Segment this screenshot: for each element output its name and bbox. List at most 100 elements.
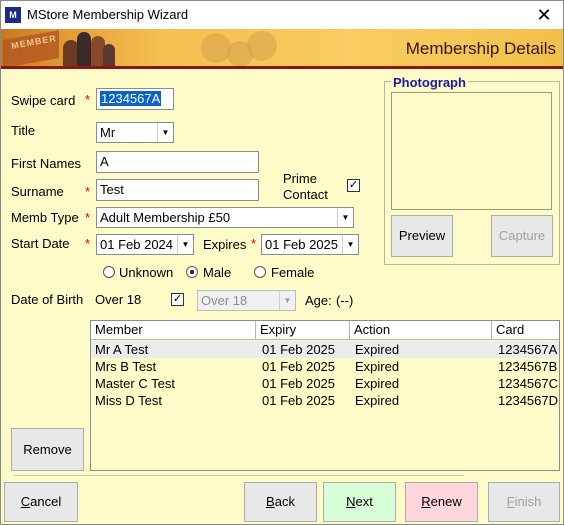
back-rest: ack [274,494,295,509]
prime-contact-label-line1: Prime [283,171,317,186]
first-names-label: First Names [11,156,82,171]
chevron-down-icon[interactable]: ▼ [337,208,353,227]
table-row[interactable]: Master C Test 01 Feb 2025 Expired 123456… [91,375,559,392]
start-date-value: 01 Feb 2024 [100,237,174,252]
table-row[interactable]: Mrs B Test 01 Feb 2025 Expired 1234567B [91,358,559,375]
table-row[interactable]: Miss D Test 01 Feb 2025 Expired 1234567D [91,392,559,409]
column-header-action[interactable]: Action [350,321,492,340]
required-marker: * [85,92,91,107]
gender-radio-unknown[interactable] [103,266,115,278]
renew-button[interactable]: Renew [405,482,478,522]
card-cell: 1234567C [498,376,558,391]
header-banner: MEMBER Membership Details [1,29,563,69]
dob-select-value: Over 18 [201,293,248,308]
photograph-legend: Photograph [391,75,468,90]
start-date-label: Start Date [11,236,70,251]
member-cell: Master C Test [95,376,175,391]
expiry-cell: 01 Feb 2025 [262,342,336,357]
coin-graphic [247,31,277,61]
swipe-card-label: Swipe card [11,93,76,108]
member-cell: Mrs B Test [95,359,157,374]
title-label: Title [11,123,36,138]
gender-radio-female[interactable] [254,266,266,278]
photo-frame [391,92,552,210]
people-graphic [77,32,91,66]
prime-contact-label-line2: Contact [283,187,328,202]
memb-type-value: Adult Membership £50 [100,210,231,225]
title-value: Mr [100,125,116,140]
chevron-down-icon[interactable]: ▼ [279,291,295,310]
people-graphic [103,44,115,66]
gender-female-label: Female [271,265,315,280]
title-select[interactable]: Mr ▼ [96,122,174,143]
next-button[interactable]: Next [323,482,396,522]
over18-checkbox[interactable]: ✓ [171,293,184,306]
member-cell: Mr A Test [95,342,149,357]
card-cell: 1234567D [498,393,558,408]
required-marker: * [85,184,91,199]
dob-select[interactable]: Over 18 ▼ [197,290,296,311]
finish-rest: inish [514,494,542,509]
action-cell: Expired [355,393,400,408]
surname-input[interactable]: Test [96,179,259,201]
action-cell: Expired [355,376,400,391]
required-marker: * [85,210,91,225]
card-cell: 1234567A [498,342,558,357]
expiry-cell: 01 Feb 2025 [262,376,336,391]
table-header: Member Expiry Action Card [91,321,559,340]
renew-rest: enew [430,494,462,509]
gender-radio-male[interactable] [186,266,198,278]
gender-male-label: Male [203,265,232,280]
back-accel: B [266,494,275,509]
finish-button[interactable]: Finish [488,482,560,522]
chevron-down-icon[interactable]: ▼ [342,235,358,254]
expires-date-picker[interactable]: 01 Feb 2025 ▼ [261,234,359,255]
cancel-button[interactable]: Cancel [4,482,78,522]
membership-wizard-window: M MStore Membership Wizard ✕ MEMBER Memb… [0,0,564,525]
column-header-card[interactable]: Card [492,321,559,340]
member-cell: Miss D Test [95,393,162,408]
remove-button[interactable]: Remove [11,428,84,471]
window-title: MStore Membership Wizard [27,7,189,22]
coin-graphic [201,33,231,63]
divider [14,475,464,476]
column-header-member[interactable]: Member [91,321,256,340]
expires-label: Expires [203,237,247,252]
column-header-expiry[interactable]: Expiry [256,321,350,340]
finish-accel: F [506,494,515,509]
page-title: Membership Details [405,39,556,58]
action-cell: Expired [355,342,400,357]
cancel-accel: C [20,494,31,509]
card-cell: 1234567B [498,359,558,374]
gender-unknown-label: Unknown [119,265,174,280]
expires-value: 01 Feb 2025 [265,237,339,252]
preview-button[interactable]: Preview [391,215,453,257]
chevron-down-icon[interactable]: ▼ [177,235,193,254]
next-accel: N [346,494,356,509]
swipe-card-input[interactable]: 1234567A [96,88,174,110]
action-cell: Expired [355,359,400,374]
memb-type-label: Memb Type [11,210,79,225]
title-bar: M MStore Membership Wizard ✕ [1,1,563,29]
app-icon: M [5,7,21,23]
required-marker: * [85,236,91,251]
next-rest: ext [355,494,373,509]
dob-label: Date of Birth [11,292,84,307]
members-table: Member Expiry Action Card Mr A Test 01 F… [90,320,560,471]
prime-contact-checkbox[interactable]: ✓ [347,179,360,192]
capture-button[interactable]: Capture [491,215,553,257]
table-row[interactable]: Mr A Test 01 Feb 2025 Expired 1234567A [91,341,559,358]
back-button[interactable]: Back [244,482,317,522]
renew-accel: R [421,494,431,509]
close-icon[interactable]: ✕ [533,4,555,26]
age-value: (--) [336,293,354,308]
first-names-input[interactable]: A [96,151,259,173]
cancel-rest: ancel [30,494,62,509]
chevron-down-icon[interactable]: ▼ [157,123,173,142]
expiry-cell: 01 Feb 2025 [262,393,336,408]
start-date-picker[interactable]: 01 Feb 2024 ▼ [96,234,194,255]
required-marker: * [251,236,257,251]
expiry-cell: 01 Feb 2025 [262,359,336,374]
memb-type-select[interactable]: Adult Membership £50 ▼ [96,207,354,228]
age-label: Age: [305,293,332,308]
